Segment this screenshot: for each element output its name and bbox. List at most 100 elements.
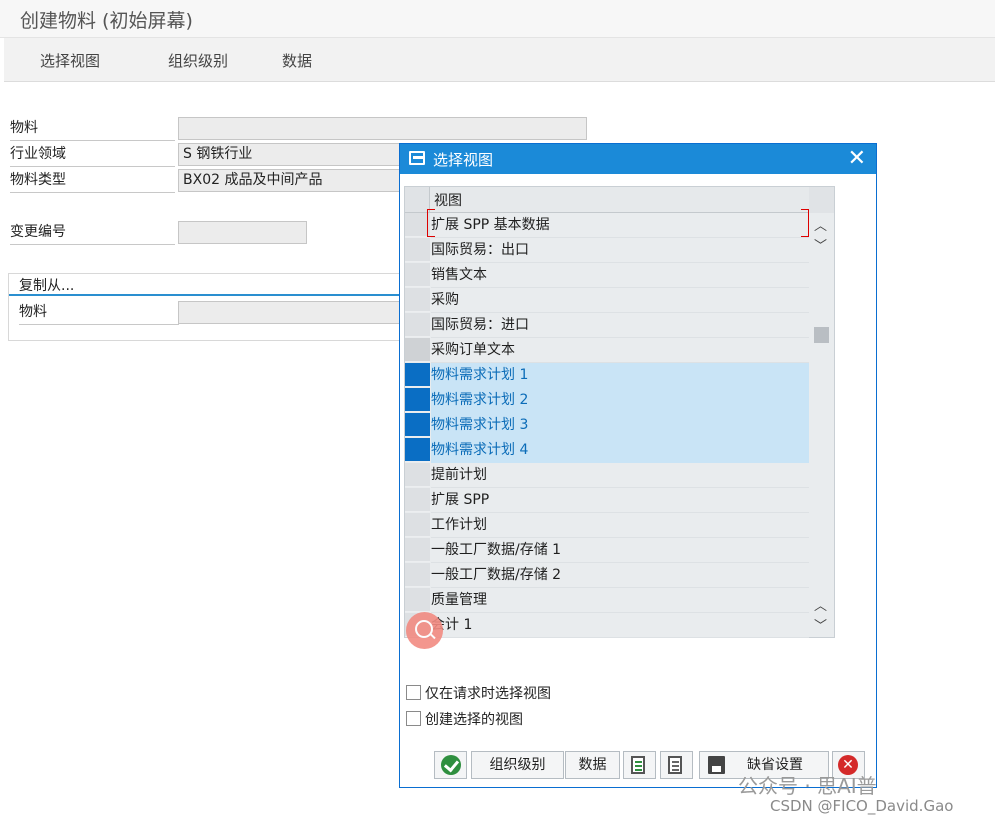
row-selector[interactable] xyxy=(405,413,430,437)
row-selector[interactable] xyxy=(405,288,430,312)
table-row[interactable]: 一般工厂数据/存储 2 xyxy=(405,563,809,588)
table-row[interactable]: 提前计划 xyxy=(405,463,809,488)
scroll-up-icon[interactable]: ︿ xyxy=(814,215,827,234)
row-label: 物料需求计划 1 xyxy=(431,363,809,388)
material-row: 物料 xyxy=(0,117,600,141)
deselect-all-button[interactable] xyxy=(660,751,693,779)
data-dialog-button[interactable]: 数据 xyxy=(565,751,620,779)
industry-label: 行业领域 xyxy=(10,143,175,167)
row-label: 采购订单文本 xyxy=(431,338,809,363)
row-label: 一般工厂数据/存储 1 xyxy=(431,538,809,563)
row-selector[interactable] xyxy=(405,313,430,337)
deselect-all-icon xyxy=(668,756,682,774)
change-number-label: 变更编号 xyxy=(10,221,175,245)
page-up-icon[interactable]: ︿ xyxy=(814,595,827,614)
data-button[interactable]: 数据 xyxy=(282,50,312,71)
row-selector[interactable] xyxy=(405,388,430,412)
row-selector[interactable] xyxy=(405,338,430,362)
row-label: 扩展 SPP xyxy=(431,488,809,513)
org-levels-dialog-button[interactable]: 组织级别 xyxy=(471,751,564,779)
row-selector[interactable] xyxy=(405,538,430,562)
table-row[interactable]: 物料需求计划 3 xyxy=(405,413,809,438)
row-selector[interactable] xyxy=(405,263,430,287)
page-down-icon[interactable]: ﹀ xyxy=(814,615,827,634)
table-row[interactable]: 销售文本 xyxy=(405,263,809,288)
industry-input[interactable]: S 钢铁行业 xyxy=(178,143,400,166)
create-selected-label: 创建选择的视图 xyxy=(425,712,523,728)
table-row[interactable]: 物料需求计划 1 xyxy=(405,363,809,388)
create-selected-checkbox[interactable] xyxy=(406,711,421,726)
magnifier-icon[interactable] xyxy=(406,612,443,649)
row-label: 国际贸易：进口 xyxy=(431,313,809,338)
application-toolbar: 选择视图 组织级别 数据 xyxy=(4,38,995,82)
scroll-down-icon[interactable]: ﹀ xyxy=(814,235,827,254)
table-row[interactable]: 会计 1 xyxy=(405,613,809,638)
material-input[interactable] xyxy=(178,117,587,140)
close-icon[interactable]: ✕ xyxy=(848,146,866,171)
row-selector[interactable] xyxy=(405,563,430,587)
row-selector[interactable] xyxy=(405,463,430,487)
page-title: 创建物料 (初始屏幕) xyxy=(20,10,193,32)
row-label: 销售文本 xyxy=(431,263,809,288)
select-views-button[interactable]: 选择视图 xyxy=(40,50,100,71)
row-selector[interactable] xyxy=(405,363,430,387)
row-selector[interactable] xyxy=(405,488,430,512)
select-all-button[interactable] xyxy=(623,751,656,779)
change-number-input[interactable] xyxy=(178,221,307,244)
table-row[interactable]: 采购 xyxy=(405,288,809,313)
row-label: 提前计划 xyxy=(431,463,809,488)
table-row[interactable]: 物料需求计划 4 xyxy=(405,438,809,463)
row-selector[interactable] xyxy=(405,438,430,462)
dialog-window-icon xyxy=(409,151,425,165)
table-row[interactable]: 质量管理 xyxy=(405,588,809,613)
row-label: 扩展 SPP 基本数据 xyxy=(431,213,809,238)
dialog-header: 选择视图 ✕ xyxy=(400,144,876,174)
copy-from-title: 复制从... xyxy=(19,278,75,294)
table-row[interactable]: 采购订单文本 xyxy=(405,338,809,363)
material-label: 物料 xyxy=(10,117,175,141)
material-type-label: 物料类型 xyxy=(10,169,175,193)
vertical-scrollbar[interactable]: ︿ ﹀ ︿ ﹀ xyxy=(809,213,834,637)
scroll-header-cell xyxy=(809,187,834,213)
row-label: 国际贸易：出口 xyxy=(431,238,809,263)
watermark-csdn: CSDN @FICO_David.Gao xyxy=(770,797,954,815)
select-all-icon xyxy=(631,756,645,774)
scroll-thumb[interactable] xyxy=(814,327,829,343)
row-label: 质量管理 xyxy=(431,588,809,613)
only-on-request-checkbox[interactable] xyxy=(406,685,421,700)
copy-from-header: 复制从... xyxy=(9,274,401,296)
copy-material-input[interactable] xyxy=(178,301,401,324)
row-label: 会计 1 xyxy=(431,613,809,638)
row-label: 工作计划 xyxy=(431,513,809,538)
focus-bracket-left xyxy=(427,209,435,237)
row-selector[interactable] xyxy=(405,588,430,612)
confirm-button[interactable] xyxy=(434,751,467,779)
row-label: 采购 xyxy=(431,288,809,313)
table-row[interactable]: 物料需求计划 2 xyxy=(405,388,809,413)
watermark-wechat: 公众号 · 思AI普 xyxy=(738,774,877,798)
focus-bracket-right xyxy=(801,209,809,237)
table-row[interactable]: 国际贸易：进口 xyxy=(405,313,809,338)
table-row[interactable]: 工作计划 xyxy=(405,513,809,538)
dialog-title: 选择视图 xyxy=(433,151,494,169)
row-label: 物料需求计划 3 xyxy=(431,413,809,438)
row-selector[interactable] xyxy=(405,513,430,537)
org-levels-button[interactable]: 组织级别 xyxy=(168,50,228,71)
copy-from-group: 复制从... 物料 xyxy=(8,273,401,341)
column-header-view: 视图 xyxy=(434,193,462,209)
only-on-request-label: 仅在请求时选择视图 xyxy=(425,686,551,702)
table-row[interactable]: 国际贸易：出口 xyxy=(405,238,809,263)
row-label: 物料需求计划 4 xyxy=(431,438,809,463)
material-type-input[interactable]: BX02 成品及中间产品 xyxy=(178,169,400,192)
row-selector[interactable] xyxy=(405,238,430,262)
copy-material-label: 物料 xyxy=(19,301,179,325)
table-row[interactable]: 扩展 SPP 基本数据 xyxy=(405,213,809,238)
checkmark-icon xyxy=(441,755,461,775)
table-row[interactable]: 扩展 SPP xyxy=(405,488,809,513)
save-icon xyxy=(708,756,725,774)
table-header: 视图 xyxy=(405,187,809,213)
row-label: 一般工厂数据/存储 2 xyxy=(431,563,809,588)
title-bar: 创建物料 (初始屏幕) xyxy=(0,0,995,38)
views-table: 视图 扩展 SPP 基本数据 国际贸易：出口 销售文本 采购 国际贸易：进口 采购订单文本… xyxy=(404,186,835,638)
table-row[interactable]: 一般工厂数据/存储 1 xyxy=(405,538,809,563)
